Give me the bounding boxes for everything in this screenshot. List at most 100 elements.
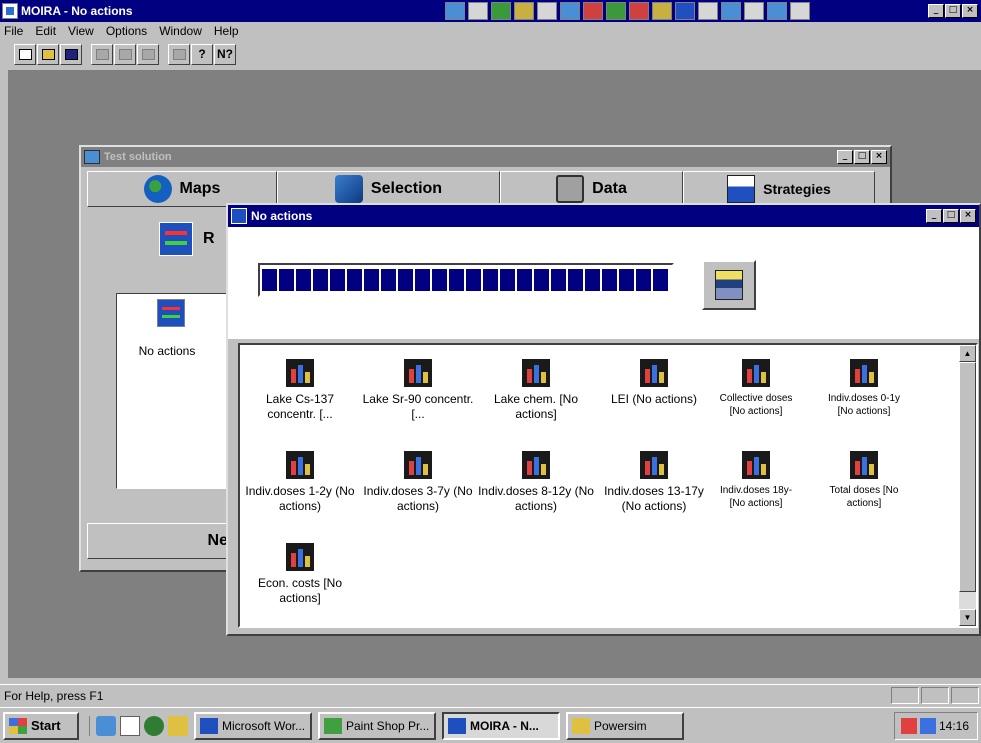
copy-button[interactable]	[114, 43, 136, 65]
progress-block	[347, 269, 362, 291]
strip-icon[interactable]	[629, 2, 649, 20]
strip-icon[interactable]	[445, 2, 465, 20]
strip-icon[interactable]	[698, 2, 718, 20]
menu-edit[interactable]: Edit	[35, 24, 56, 38]
maximize-icon[interactable]: □	[943, 209, 959, 223]
minimize-icon[interactable]: _	[926, 209, 942, 223]
task-paint-shop[interactable]: Paint Shop Pr...	[318, 711, 436, 740]
list-item[interactable]: Indiv.doses 1-2y (No actions)	[240, 451, 360, 514]
menu-help[interactable]: Help	[214, 24, 239, 38]
persons-button[interactable]	[702, 260, 756, 310]
toolbar: ? N?	[0, 40, 981, 68]
list-item-label: Lake Cs-137 concentr. [...	[265, 392, 335, 421]
scroll-thumb[interactable]	[959, 362, 976, 592]
start-button[interactable]: Start	[3, 711, 79, 740]
no-actions-titlebar[interactable]: No actions _ □ ×	[228, 205, 979, 227]
minimize-icon[interactable]: _	[928, 4, 944, 18]
status-text: For Help, press F1	[4, 688, 104, 703]
menu-options[interactable]: Options	[106, 24, 147, 38]
cut-button[interactable]	[91, 43, 113, 65]
window-icon[interactable]	[231, 208, 247, 224]
tray-icon[interactable]	[920, 718, 936, 734]
menu-file[interactable]: File	[4, 24, 23, 38]
tab-strategies[interactable]: Strategies	[683, 171, 875, 207]
open-button[interactable]	[37, 43, 59, 65]
strip-icon[interactable]	[767, 2, 787, 20]
list-item-label: Indiv.doses 1-2y (No actions)	[245, 484, 355, 513]
progress-block	[500, 269, 515, 291]
paste-button[interactable]	[137, 43, 159, 65]
list-item[interactable]: Econ. costs [No actions]	[240, 543, 360, 606]
print-button[interactable]	[168, 43, 190, 65]
strip-icon[interactable]	[583, 2, 603, 20]
quicklaunch-icon[interactable]	[168, 715, 188, 736]
menu-window[interactable]: Window	[159, 24, 202, 38]
new-button[interactable]	[14, 43, 36, 65]
test-window-titlebar[interactable]: Test solution _ □ ×	[81, 147, 890, 167]
strip-icon[interactable]	[491, 2, 511, 20]
vertical-scrollbar[interactable]: ▲ ▼	[959, 345, 976, 626]
list-item[interactable]: Lake Cs-137 concentr. [...	[240, 359, 360, 422]
tray-icon[interactable]	[901, 718, 917, 734]
quicklaunch-icon[interactable]	[144, 715, 164, 736]
minimize-icon[interactable]: _	[837, 150, 853, 164]
window-icon[interactable]	[84, 150, 100, 164]
list-item[interactable]: Indiv.doses 18y- [No actions]	[712, 451, 800, 510]
quicklaunch-icon[interactable]	[96, 715, 116, 736]
list-item[interactable]: Lake chem. [No actions]	[476, 359, 596, 422]
strip-icon[interactable]	[468, 2, 488, 20]
footer-button[interactable]: Ne	[87, 523, 239, 559]
persons-icon	[715, 270, 743, 300]
list-item[interactable]: Lake Sr-90 concentr. [...	[358, 359, 478, 422]
list-item[interactable]: LEI (No actions)	[594, 359, 714, 407]
strip-icon[interactable]	[652, 2, 672, 20]
results-header-text: R	[203, 230, 215, 247]
strategy-label[interactable]: No actions	[117, 344, 217, 358]
task-word[interactable]: Microsoft Wor...	[194, 711, 312, 740]
quicklaunch-icon[interactable]	[120, 715, 140, 736]
list-item-label: Indiv.doses 8-12y (No actions)	[478, 484, 594, 513]
maximize-icon[interactable]: □	[854, 150, 870, 164]
list-item[interactable]: Collective doses [No actions]	[712, 359, 800, 418]
list-item[interactable]: Total doses [No actions]	[820, 451, 908, 510]
task-powersim[interactable]: Powersim	[566, 711, 684, 740]
progress-block	[330, 269, 345, 291]
task-moira[interactable]: MOIRA - N...	[442, 711, 560, 740]
close-icon[interactable]: ×	[962, 4, 978, 18]
menu-view[interactable]: View	[68, 24, 94, 38]
results-header: R	[159, 222, 215, 256]
tab-maps[interactable]: Maps	[87, 171, 277, 207]
status-panel	[921, 687, 949, 704]
about-button[interactable]: ?	[191, 43, 213, 65]
close-icon[interactable]: ×	[871, 150, 887, 164]
scroll-up-icon[interactable]: ▲	[959, 345, 976, 362]
strip-icon[interactable]	[606, 2, 626, 20]
strip-icon[interactable]	[514, 2, 534, 20]
strip-icon[interactable]	[537, 2, 557, 20]
app-icon[interactable]	[2, 3, 18, 19]
taskbar: Start Microsoft Wor... Paint Shop Pr... …	[0, 707, 981, 743]
strip-icon[interactable]	[721, 2, 741, 20]
list-item[interactable]: Indiv.doses 8-12y (No actions)	[476, 451, 596, 514]
restore-icon[interactable]: □	[945, 4, 961, 18]
strip-icon[interactable]	[675, 2, 695, 20]
strategy-icon[interactable]	[157, 299, 185, 327]
context-help-button[interactable]: N?	[214, 43, 236, 65]
list-item[interactable]: Indiv.doses 3-7y (No actions)	[358, 451, 478, 514]
strip-icon[interactable]	[560, 2, 580, 20]
tab-label: Strategies	[763, 181, 831, 197]
cut-icon	[95, 48, 109, 60]
strip-icon[interactable]	[744, 2, 764, 20]
strip-icon[interactable]	[790, 2, 810, 20]
tab-selection[interactable]: Selection	[277, 171, 500, 207]
results-icon	[159, 222, 193, 256]
list-item[interactable]: Indiv.doses 13-17y (No actions)	[594, 451, 714, 514]
progress-block	[262, 269, 277, 291]
save-button[interactable]	[60, 43, 82, 65]
list-item[interactable]: Indiv.doses 0-1y [No actions]	[820, 359, 908, 418]
close-icon[interactable]: ×	[960, 209, 976, 223]
bar-chart-icon	[520, 451, 552, 479]
tab-data[interactable]: Data	[500, 171, 683, 207]
tab-label: Data	[592, 180, 627, 197]
scroll-down-icon[interactable]: ▼	[959, 609, 976, 626]
